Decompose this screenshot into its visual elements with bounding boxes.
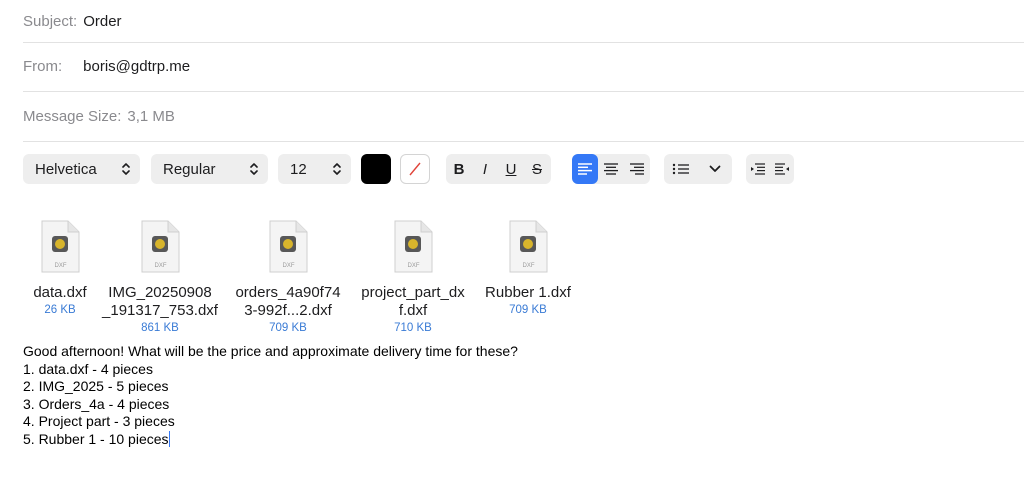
message-line: 1. data.dxf - 4 pieces <box>23 360 153 377</box>
subject-field[interactable]: Order <box>83 13 121 30</box>
subject-label: Subject: <box>23 12 78 30</box>
font-style-select[interactable]: Regular <box>151 154 268 184</box>
attachment-size: 861 KB <box>141 322 179 334</box>
message-body[interactable]: Good afternoon! What will be the price a… <box>23 343 518 448</box>
attachment-filename: orders_4a90f74 3-992f...2.dxf <box>235 284 341 319</box>
dxf-file-icon: DXF <box>269 220 308 273</box>
attachment-item[interactable]: DXF orders_4a90f74 3-992f...2.dxf 709 KB <box>223 220 353 334</box>
align-center-button[interactable] <box>598 154 624 184</box>
from-address[interactable]: boris@gdtrp.me <box>83 58 190 75</box>
text-caret <box>168 430 170 447</box>
no-color-icon <box>409 162 421 176</box>
attachment-filename: Rubber 1.dxf <box>485 284 571 301</box>
attachment-filename: project_part_dx f.dxf <box>361 284 465 319</box>
svg-text:DXF: DXF <box>55 263 67 269</box>
list-style-dropdown[interactable] <box>664 154 732 184</box>
format-toolbar: Helvetica Regular 12 B I U S <box>23 153 803 185</box>
indent-icon <box>775 163 789 175</box>
updown-chevron-icon <box>250 163 258 175</box>
message-line: 3. Orders_4a - 4 pieces <box>23 395 170 412</box>
message-line-last: 5. Rubber 1 - 10 pieces <box>23 430 518 449</box>
align-left-button[interactable] <box>572 154 598 184</box>
message-line: Good afternoon! What will be the price a… <box>23 343 518 359</box>
italic-button[interactable]: I <box>472 154 498 184</box>
font-size-select[interactable]: 12 <box>278 154 351 184</box>
message-size-label: Message Size: <box>23 108 122 125</box>
align-center-icon <box>604 163 618 175</box>
strikethrough-button[interactable]: S <box>524 154 550 184</box>
message-size-row: Message Size: 3,1 MB <box>23 92 1024 142</box>
dxf-file-icon: DXF <box>41 220 80 273</box>
bold-button[interactable]: B <box>446 154 472 184</box>
from-row: From: boris@gdtrp.me <box>23 42 1024 92</box>
svg-text:DXF: DXF <box>523 263 535 269</box>
outdent-icon <box>751 163 765 175</box>
increase-indent-button[interactable] <box>770 154 794 184</box>
attachment-item[interactable]: DXF Rubber 1.dxf 709 KB <box>463 220 593 316</box>
font-family-select[interactable]: Helvetica <box>23 154 140 184</box>
message-line: 5. Rubber 1 - 10 pieces <box>23 430 169 447</box>
svg-text:DXF: DXF <box>155 263 167 269</box>
align-right-icon <box>630 163 644 175</box>
chevron-down-icon <box>698 154 732 184</box>
font-size-value: 12 <box>290 160 307 178</box>
text-style-group: B I U S <box>446 154 551 184</box>
dxf-file-icon: DXF <box>509 220 548 273</box>
svg-text:DXF: DXF <box>283 263 295 269</box>
message-size-value: 3,1 MB <box>127 108 175 125</box>
dxf-file-icon: DXF <box>141 220 180 273</box>
align-right-button[interactable] <box>624 154 650 184</box>
underline-button[interactable]: U <box>498 154 524 184</box>
background-color-well[interactable] <box>400 154 430 184</box>
message-line: 4. Project part - 3 pieces <box>23 413 175 429</box>
indent-group <box>746 154 794 184</box>
attachment-item[interactable]: DXF project_part_dx f.dxf 710 KB <box>348 220 478 334</box>
svg-text:DXF: DXF <box>408 263 420 269</box>
attachment-item[interactable]: DXF IMG_20250908 _191317_753.dxf 861 KB <box>95 220 225 334</box>
updown-chevron-icon <box>122 163 130 175</box>
decrease-indent-button[interactable] <box>746 154 770 184</box>
attachment-size: 709 KB <box>269 322 307 334</box>
updown-chevron-icon <box>333 163 341 175</box>
font-style-value: Regular <box>163 160 216 178</box>
attachment-size: 709 KB <box>509 304 547 316</box>
message-line: 2. IMG_2025 - 5 pieces <box>23 378 169 394</box>
from-label: From: <box>23 58 63 75</box>
dxf-file-icon: DXF <box>394 220 433 273</box>
font-family-value: Helvetica <box>35 160 97 178</box>
subject-row: Subject: Order <box>23 0 1024 43</box>
align-left-icon <box>578 163 592 175</box>
alignment-group <box>572 154 650 184</box>
bulleted-list-icon <box>664 154 698 184</box>
text-color-well[interactable] <box>361 154 391 184</box>
attachment-filename: IMG_20250908 _191317_753.dxf <box>102 284 218 319</box>
attachment-size: 710 KB <box>394 322 432 334</box>
